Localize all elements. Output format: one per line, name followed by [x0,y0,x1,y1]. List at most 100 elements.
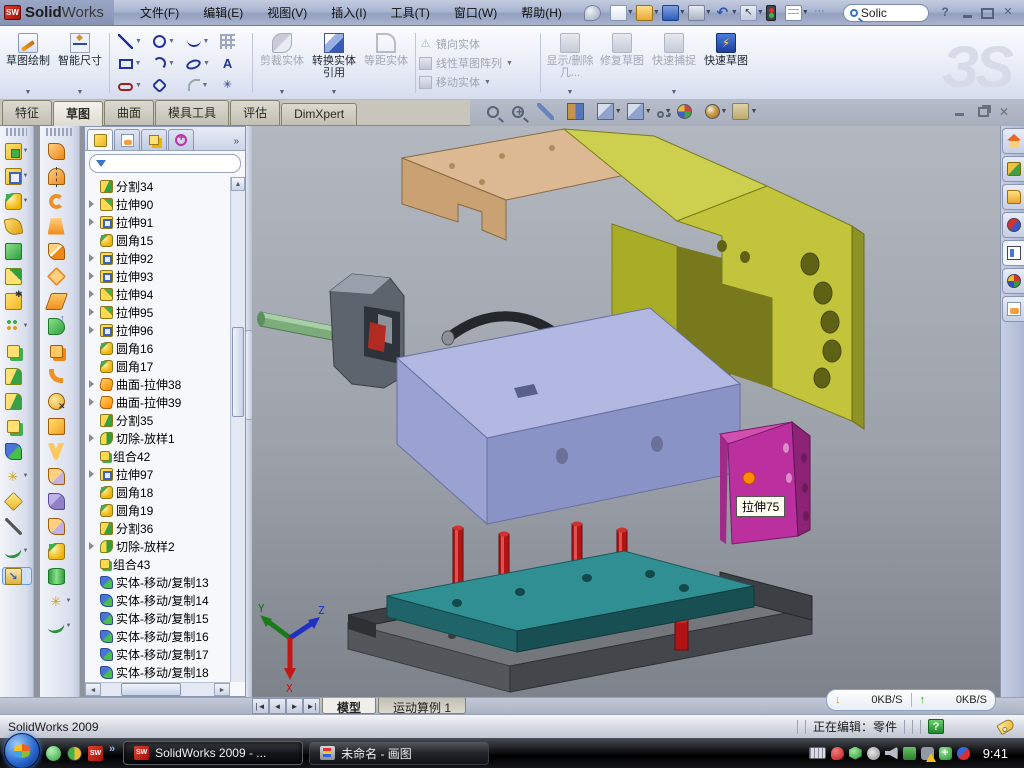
feature-label[interactable]: 拉伸93 [116,268,153,285]
surface-tool-button[interactable]: ▼ [48,292,72,310]
ribbon-tab[interactable]: 模具工具 [155,100,229,125]
convert-entities-button[interactable]: 转换实体引用▼ [308,29,360,97]
tree-item[interactable]: 实体-移动/复制13 [89,573,230,591]
ribbon-tab[interactable]: 特征 [2,100,52,125]
view-tool-icon[interactable] [732,103,749,120]
tree-item[interactable]: 实体-移动/复制14 [89,591,230,609]
feature-label[interactable]: 分割35 [116,412,153,429]
feature-tool-button[interactable]: ▼ [5,242,29,260]
move-entities-button[interactable]: 移动实体▼ [419,74,537,90]
feature-tool-button[interactable]: ▼ [5,367,29,385]
tree-item[interactable]: 实体-移动/复制18 [89,663,230,681]
surface-tool-button[interactable]: ▼ [48,317,72,335]
dropdown-arrow-icon[interactable]: ▼ [23,148,29,154]
rapid-sketch-button[interactable]: 快速草图 [700,29,752,97]
tab-dimxpert-manager[interactable] [168,129,194,150]
dropdown-arrow-icon[interactable]: ▼ [203,60,210,67]
expand-arrow-icon[interactable] [89,272,97,280]
graphics-viewport[interactable]: Y Z X 拉伸75 ↓0KB/S ↑0KB/S [252,126,1000,697]
tree-item[interactable]: 拉伸91 [89,213,230,231]
tree-item[interactable]: 圆角16 [89,339,230,357]
messenger-icon[interactable] [46,746,61,761]
feature-label[interactable]: 拉伸92 [116,250,153,267]
dropdown-arrow-icon[interactable]: ▼ [705,5,712,21]
tree-item[interactable]: 曲面-拉伸39 [89,393,230,411]
scroll-left-icon[interactable]: ◄ [85,683,101,696]
feature-label[interactable]: 实体-移动/复制15 [116,610,209,627]
quick-launch-chevron[interactable]: » [109,743,115,755]
maximize-button[interactable] [981,8,994,19]
tray-icon[interactable] [939,747,952,760]
dropdown-arrow-icon[interactable]: ▼ [135,82,142,89]
surface-tool-button[interactable]: ▼ [49,367,70,385]
tree-item[interactable]: 分割36 [89,519,230,537]
surface-tool-button[interactable]: ▼ [48,142,72,160]
expand-arrow-icon[interactable] [89,434,97,442]
tree-horizontal-scrollbar[interactable]: ◄ ► [85,682,230,696]
tree-filter-box[interactable] [89,154,241,173]
menu-item[interactable]: 插入(I) [319,1,378,24]
feature-tool-button[interactable]: ▼ [5,392,29,410]
feature-label[interactable]: 拉伸90 [116,196,153,213]
dropdown-arrow-icon[interactable]: ▼ [679,5,686,21]
tree-item[interactable]: 实体-移动/复制15 [89,609,230,627]
expand-arrow-icon[interactable] [89,200,97,208]
dropdown-arrow-icon[interactable]: ▼ [757,5,764,21]
taskbar-window-button[interactable]: SW SolidWorks 2009 - ... [123,741,303,765]
tree-item[interactable]: 圆角19 [89,501,230,519]
task-pane-tab[interactable] [1002,240,1024,266]
surface-tool-button[interactable]: ▼ [48,617,72,635]
feature-label[interactable]: 组合42 [113,448,150,465]
expand-arrow-icon[interactable] [89,218,97,226]
feature-label[interactable]: 分割34 [116,178,153,195]
feature-label[interactable]: 圆角17 [116,358,153,375]
expand-arrow-icon[interactable] [89,254,97,262]
dropdown-arrow-icon[interactable]: ▼ [66,623,72,629]
expand-arrow-icon[interactable] [89,398,97,406]
sketch-tool-button[interactable]: ▼ [113,30,147,52]
tree-item[interactable]: 拉伸95 [89,303,230,321]
tags-icon[interactable] [996,718,1015,736]
view-tool-icon[interactable] [567,103,584,120]
surface-tool-button[interactable]: ▼ [48,467,72,485]
sketch-tool-button[interactable]: ▼ [181,30,215,52]
feature-tool-button[interactable]: ▼ [5,467,29,485]
toolbar-icon[interactable] [636,5,653,21]
view-tool-icon[interactable] [705,104,720,119]
feature-label[interactable]: 拉伸97 [116,466,153,483]
tree-item[interactable]: 实体-移动/复制16 [89,627,230,645]
view-tool-icon[interactable] [512,106,524,118]
view-tool-icon[interactable] [627,103,644,120]
tray-icon[interactable] [885,747,898,760]
tab-property-manager[interactable] [114,129,140,150]
tree-item[interactable]: 圆角17 [89,357,230,375]
expand-arrow-icon[interactable] [89,308,97,316]
sketch-tool-button[interactable]: ▼ [113,74,147,96]
ribbon-tab[interactable]: 草图 [53,101,103,126]
sketch-tool-button[interactable]: ▼ [147,30,181,52]
dropdown-arrow-icon[interactable]: ▼ [731,5,738,21]
feature-tool-button[interactable]: ▼ [5,542,29,560]
display-delete-relations-button[interactable]: 显示/删除几...▼ [544,29,596,97]
feature-tool-button[interactable]: ▼ [5,442,29,460]
smart-dimension-button[interactable]: 智能尺寸▼ [54,29,106,97]
toolbar-icon[interactable]: ↖ [740,5,757,21]
feature-tool-button[interactable]: ▼ [5,192,29,210]
task-pane-tab[interactable] [1002,268,1024,294]
minimize-button[interactable] [959,6,975,20]
quick-snaps-button[interactable]: 快速捕捉▼ [648,29,700,97]
part-side-block-magenta[interactable] [720,422,810,544]
surface-tool-button[interactable]: ▼ [48,492,72,510]
scroll-up-icon[interactable]: ▲ [231,177,245,191]
toolbar-icon[interactable]: ⋯ [811,5,828,21]
panel-overflow-chevron[interactable]: » [229,136,243,150]
next-tab-icon[interactable]: ► [286,698,303,714]
dropdown-arrow-icon[interactable]: ▼ [23,173,29,179]
ribbon-tab[interactable]: 评估 [230,100,280,125]
trim-entities-button[interactable]: 剪裁实体▼ [256,29,308,97]
menu-item[interactable]: 文件(F) [128,1,191,24]
tray-icon[interactable] [957,747,970,760]
expand-arrow-icon[interactable] [89,380,97,388]
feature-tool-button[interactable]: ▼ [7,342,27,360]
tree-item[interactable]: 切除-放样2 [89,537,230,555]
